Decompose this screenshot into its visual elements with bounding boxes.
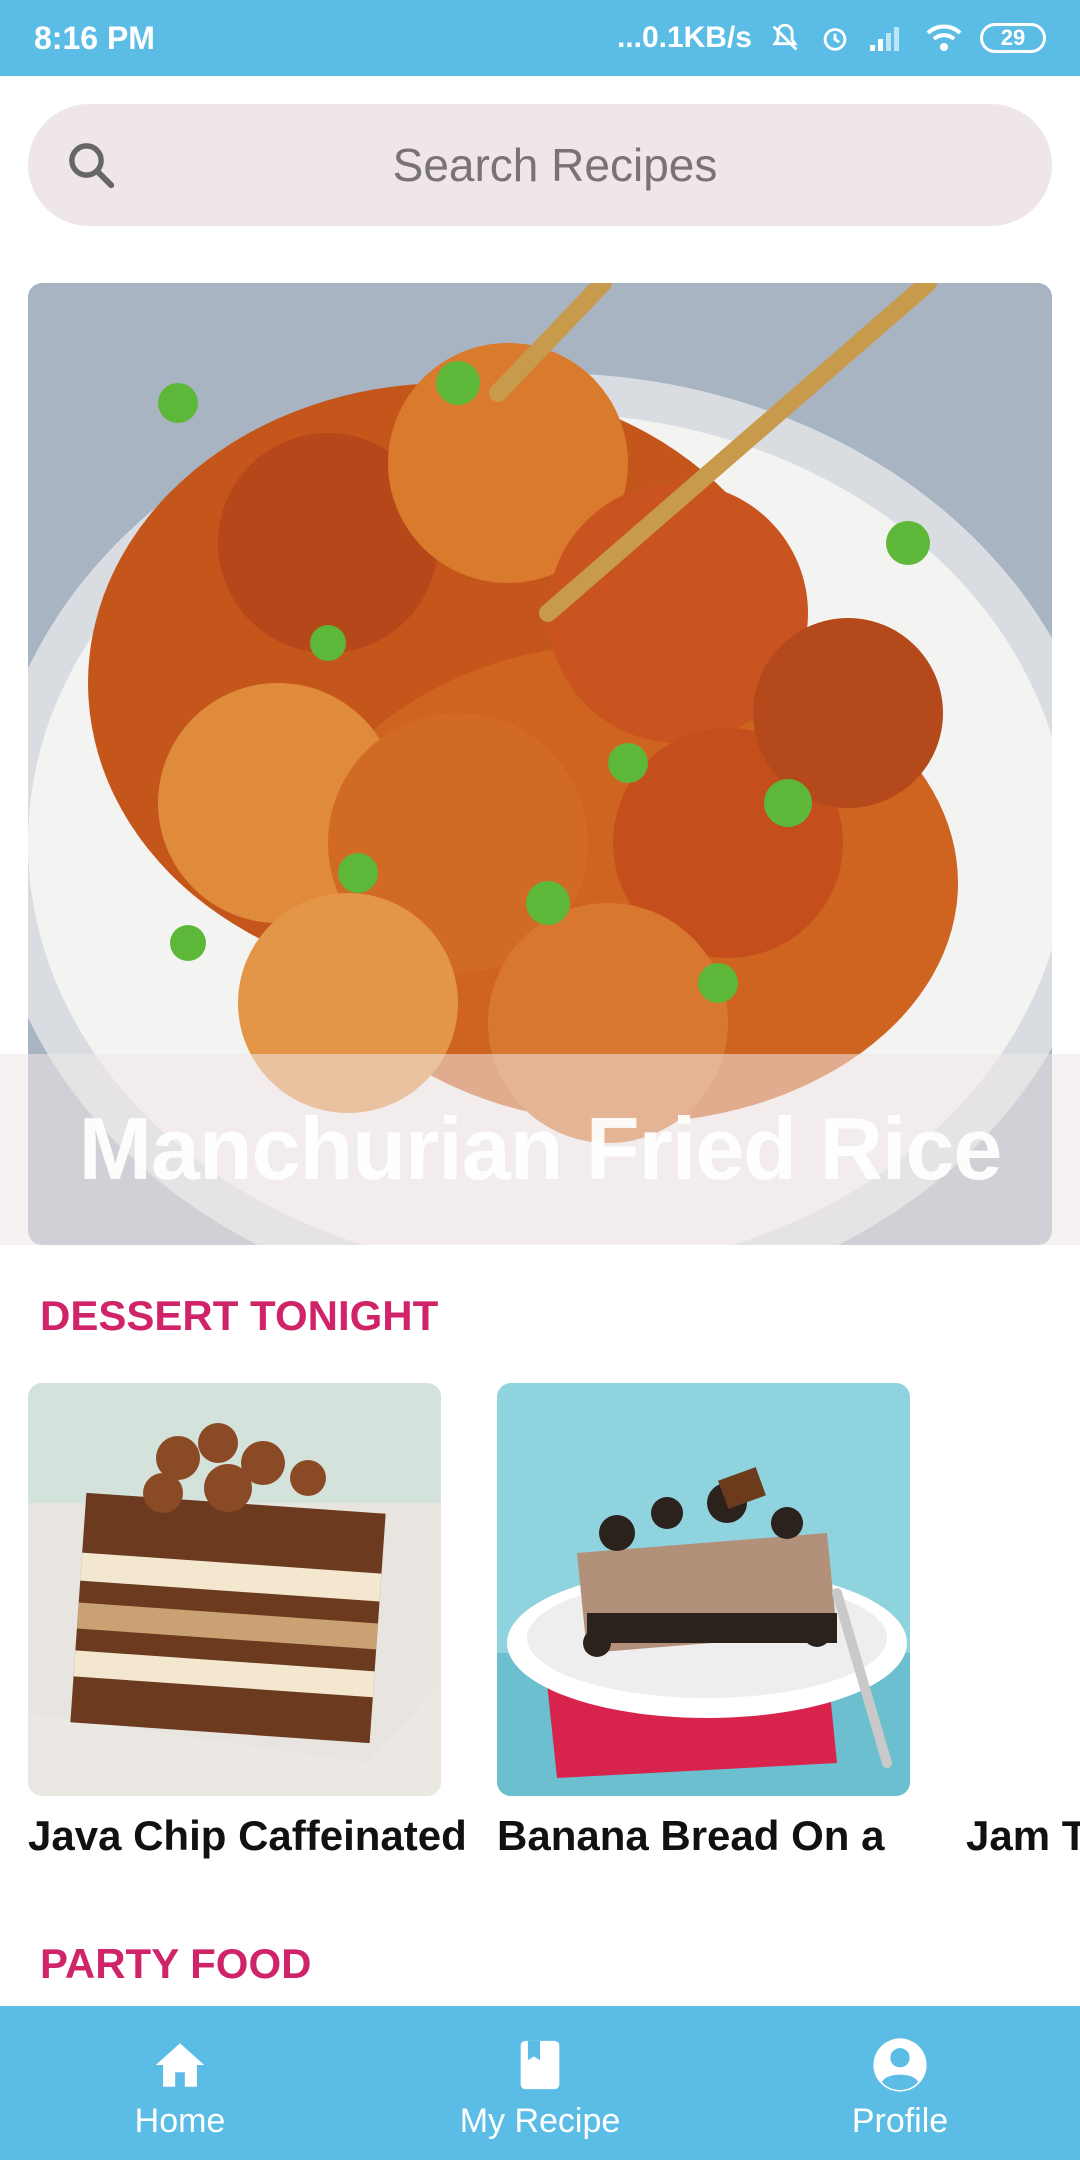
nav-label-profile: Profile xyxy=(851,2102,949,2140)
bottom-navigation: Home My Recipe Profile xyxy=(0,2006,1080,2160)
status-bar: 8:16 PM ...0.1KB/s 29 xyxy=(0,0,1080,76)
network-speed: ...0.1KB/s xyxy=(616,21,752,54)
account-icon xyxy=(873,2038,927,2092)
section-title-dessert: DESSERT TONIGHT xyxy=(40,1292,439,1339)
search-icon xyxy=(69,143,115,189)
status-indicators: ...0.1KB/s 29 xyxy=(617,21,1046,55)
book-icon xyxy=(520,2040,560,2090)
search-input[interactable]: Search Recipes xyxy=(28,104,1052,226)
nav-item-my-recipe[interactable]: My Recipe xyxy=(410,2006,670,2160)
battery-indicator: 29 xyxy=(980,23,1046,53)
nav-label-home: Home xyxy=(134,2102,226,2140)
home-icon xyxy=(155,2043,205,2087)
recipe-card-title[interactable]: Banana Bread On a xyxy=(497,1812,884,1860)
nav-label-my-recipe: My Recipe xyxy=(459,2102,621,2140)
nav-item-home[interactable]: Home xyxy=(50,2006,310,2160)
recipe-card-title[interactable]: Java Chip Caffeinated xyxy=(28,1812,467,1860)
nav-item-profile[interactable]: Profile xyxy=(770,2006,1030,2160)
wifi-icon xyxy=(924,23,964,53)
signal-icon xyxy=(868,23,908,53)
status-time: 8:16 PM xyxy=(34,19,155,56)
alarm-icon xyxy=(818,21,852,55)
featured-recipe-title[interactable]: Manchurian Fried Rice xyxy=(0,1098,1080,1200)
recipe-card-image[interactable] xyxy=(28,1383,441,1796)
search-placeholder: Search Recipes xyxy=(392,139,718,191)
recipe-card-image[interactable] xyxy=(497,1383,910,1796)
recipe-card-title[interactable]: Jam Ta xyxy=(966,1812,1080,1860)
mute-icon xyxy=(768,21,802,55)
section-title-party: PARTY FOOD xyxy=(40,1940,312,1987)
